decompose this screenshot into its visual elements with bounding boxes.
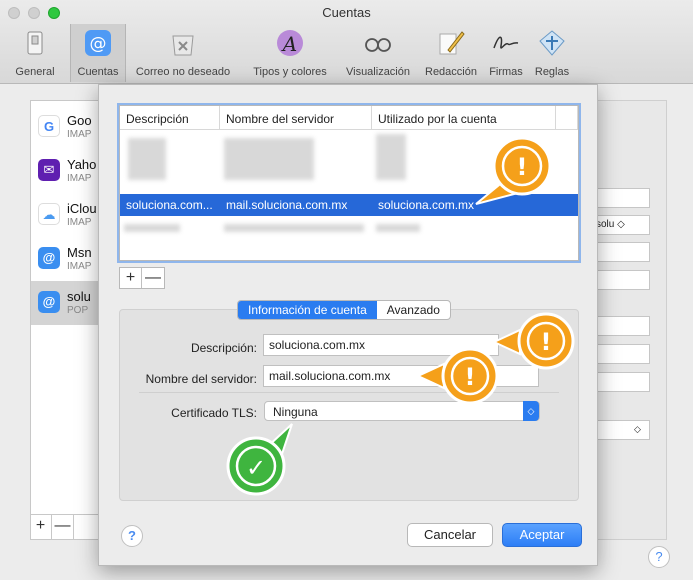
warning-callout: !	[415, 347, 499, 405]
toolbar-general[interactable]: General	[4, 24, 66, 82]
help-button[interactable]: ?	[121, 525, 143, 547]
toolbar-reglas[interactable]: Reglas	[528, 24, 576, 82]
warning-callout: !	[475, 136, 552, 205]
tab-informacion-de-cuenta[interactable]: Información de cuenta	[238, 301, 377, 319]
warning-icon: !	[465, 363, 476, 391]
svg-text:A: A	[281, 32, 297, 56]
toolbar-correo-no-deseado[interactable]: Correo no deseado	[128, 24, 238, 82]
warning-icon: !	[541, 328, 552, 356]
column-header-description[interactable]: Descripción	[120, 106, 220, 130]
pencil-icon	[439, 31, 465, 55]
toolbar-cuentas[interactable]: @ Cuentas	[70, 24, 126, 82]
column-header-spacer	[556, 106, 578, 130]
server-name-label: Nombre del servidor:	[145, 372, 257, 386]
account-item-google[interactable]: G Goo IMAP	[31, 105, 103, 149]
rules-icon	[539, 30, 565, 56]
toolbar-redaccion[interactable]: Redacción	[418, 24, 484, 82]
toolbar-tipos-y-colores[interactable]: A Tipos y colores	[240, 24, 340, 82]
at-sign-icon: @	[38, 291, 60, 313]
signature-icon	[493, 36, 519, 49]
toolbar-visualizacion[interactable]: Visualización	[340, 24, 416, 82]
account-item-soluciona[interactable]: @ solu POP	[31, 281, 103, 325]
table-edit-buttons: + —	[119, 267, 165, 289]
account-item-yahoo[interactable]: ✉ Yaho IMAP	[31, 149, 103, 193]
cancel-button[interactable]: Cancelar	[407, 523, 493, 547]
junk-trash-icon	[172, 35, 194, 56]
icloud-icon: ☁	[38, 203, 60, 225]
glasses-icon	[365, 38, 391, 52]
select-arrows-icon: ◇	[523, 401, 539, 421]
remove-account-button[interactable]: —	[52, 515, 74, 539]
column-header-server[interactable]: Nombre del servidor	[220, 106, 372, 130]
tls-certificate-label: Certificado TLS:	[171, 406, 257, 420]
column-header-used-by[interactable]: Utilizado por la cuenta	[372, 106, 556, 130]
fonts-icon: A	[277, 30, 303, 56]
add-server-button[interactable]: +	[120, 268, 142, 288]
help-button[interactable]: ?	[648, 546, 670, 568]
accept-button[interactable]: Aceptar	[502, 523, 582, 547]
table-row-redacted[interactable]	[120, 218, 578, 240]
account-item-msn[interactable]: @ Msn IMAP	[31, 237, 103, 281]
description-label: Descripción:	[190, 341, 257, 355]
svg-text:@: @	[90, 34, 107, 54]
account-item-icloud[interactable]: ☁ iClou IMAP	[31, 193, 103, 237]
at-sign-icon: @	[85, 30, 111, 56]
tab-bar: Información de cuenta Avanzado	[237, 300, 451, 320]
toolbar-firmas[interactable]: Firmas	[486, 24, 526, 82]
accounts-list: G Goo IMAP ✉ Yaho IMAP ☁ iClou IMAP @ Ms…	[30, 100, 103, 540]
account-list-buttons: + —	[30, 514, 102, 540]
at-sign-icon: @	[38, 247, 60, 269]
switch-icon	[27, 31, 43, 55]
yahoo-icon: ✉	[38, 159, 60, 181]
add-account-button[interactable]: +	[30, 515, 52, 539]
warning-icon: !	[517, 153, 528, 181]
tab-avanzado[interactable]: Avanzado	[377, 301, 450, 319]
window-title: Cuentas	[322, 5, 371, 20]
checkmark-icon: ✓	[246, 454, 266, 482]
success-callout: ✓	[226, 423, 293, 496]
remove-server-button[interactable]: —	[142, 268, 164, 288]
google-icon: G	[38, 115, 60, 137]
window-toolbar: Cuentas General @ Cuentas Correo no dese…	[0, 0, 693, 84]
